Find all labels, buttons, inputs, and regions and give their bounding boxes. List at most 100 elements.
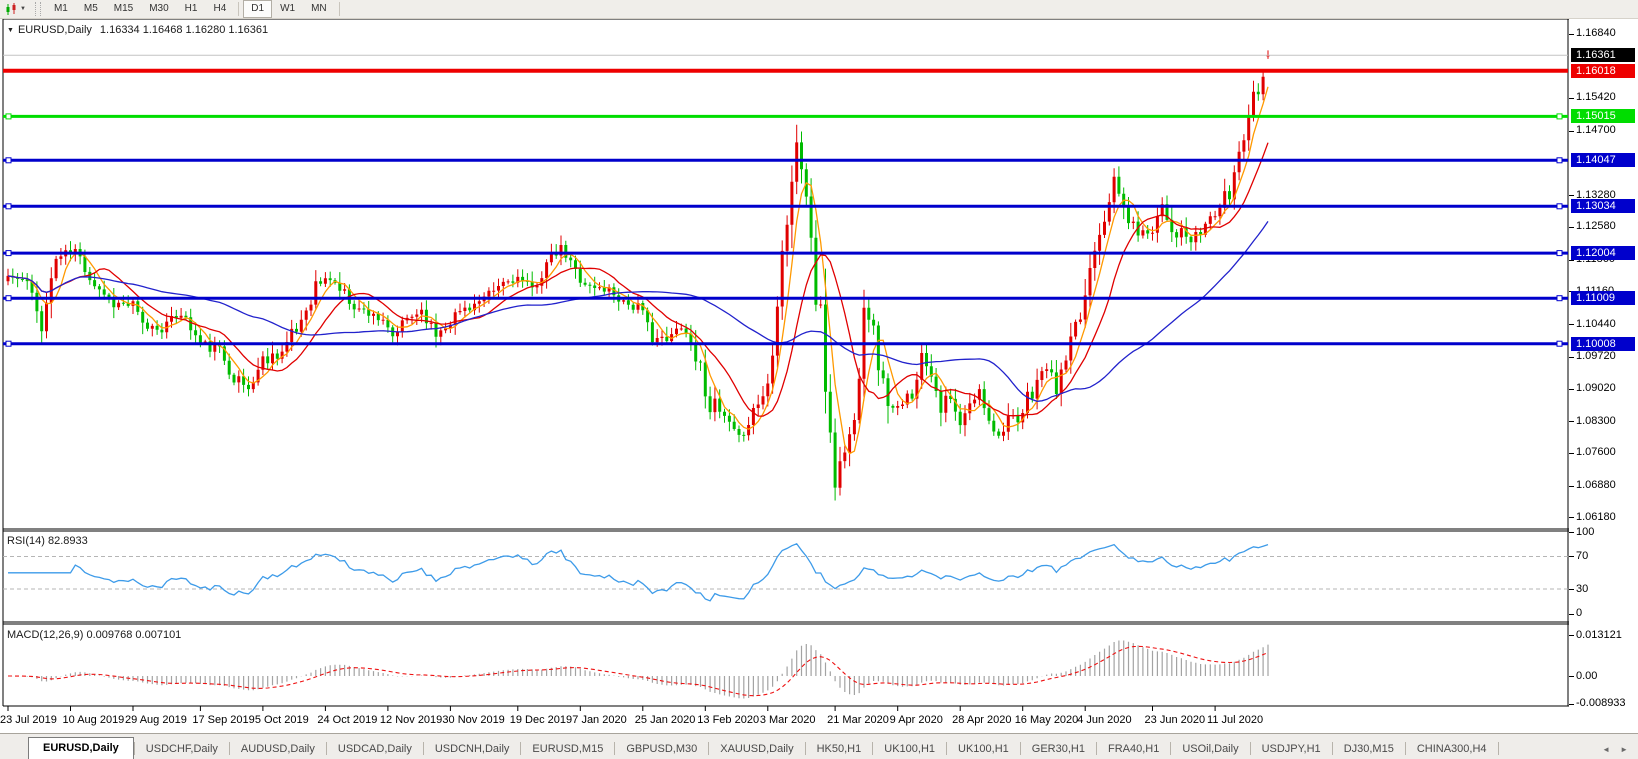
price-tick-label: 1.15420 xyxy=(1576,91,1616,103)
date-tick-label: 9 Apr 2020 xyxy=(890,714,943,726)
line-handle[interactable] xyxy=(6,251,11,256)
line-handle[interactable] xyxy=(1557,296,1562,301)
macd-label: MACD(12,26,9) 0.009768 0.007101 xyxy=(7,629,181,641)
chart-tab-eurusd-m15[interactable]: EURUSD,M15 xyxy=(521,739,614,759)
price-tick-label: 1.07600 xyxy=(1576,446,1616,458)
candlestick-chart[interactable] xyxy=(0,0,1638,733)
price-tick-mark xyxy=(1569,486,1574,487)
chart-tab-uk100-h1[interactable]: UK100,H1 xyxy=(873,739,946,759)
date-tick-label: 5 Oct 2019 xyxy=(255,714,309,726)
timeframe-button-h4[interactable]: H4 xyxy=(205,0,234,18)
timeframe-toolbar: ▼ M1M5M15M30H1H4 D1W1MN xyxy=(0,0,1638,19)
chart-tab-hk50-h1[interactable]: HK50,H1 xyxy=(806,739,873,759)
macd-histogram xyxy=(8,641,1268,699)
hline-price-badge: 1.15015 xyxy=(1571,109,1635,123)
price-tick-label: 1.06880 xyxy=(1576,479,1616,491)
chart-tab-usdcad-daily[interactable]: USDCAD,Daily xyxy=(327,739,423,759)
chart-candles-icon[interactable] xyxy=(3,2,19,16)
hline-price-badge: 1.11009 xyxy=(1571,291,1635,305)
timeframe-button-m1[interactable]: M1 xyxy=(46,0,76,18)
date-tick-label: 10 Aug 2019 xyxy=(63,714,125,726)
rsi-label: RSI(14) 82.8933 xyxy=(7,535,88,547)
price-tick-mark xyxy=(1569,357,1574,358)
chart-tab-audusd-daily[interactable]: AUDUSD,Daily xyxy=(230,739,326,759)
price-tick-mark xyxy=(1569,389,1574,390)
timeframe-button-m5[interactable]: M5 xyxy=(76,0,106,18)
price-tick-label: 1.10440 xyxy=(1576,318,1616,330)
indicator-tick-label: 70 xyxy=(1576,550,1588,562)
line-handle[interactable] xyxy=(1557,158,1562,163)
indicator-tick-mark xyxy=(1569,704,1574,705)
price-tick-label: 1.06180 xyxy=(1576,511,1616,523)
line-handle[interactable] xyxy=(6,158,11,163)
chart-tab-fra40-h1[interactable]: FRA40,H1 xyxy=(1097,739,1170,759)
chart-ohlc-quotes: 1.16334 1.16468 1.16280 1.16361 xyxy=(100,24,268,36)
macd-name: MACD(12,26,9) xyxy=(7,629,83,641)
chevron-down-icon[interactable]: ▼ xyxy=(20,6,26,12)
toolbar-drag-handle[interactable] xyxy=(35,2,41,16)
indicator-tick-label: 0.00 xyxy=(1576,670,1597,682)
date-tick-label: 7 Jan 2020 xyxy=(572,714,626,726)
price-tick-label: 1.14700 xyxy=(1576,124,1616,136)
line-handle[interactable] xyxy=(1557,251,1562,256)
indicator-tick-mark xyxy=(1569,589,1574,590)
line-handle[interactable] xyxy=(1557,341,1562,346)
price-tick-label: 1.12580 xyxy=(1576,220,1616,232)
hline-price-badge: 1.10008 xyxy=(1571,337,1635,351)
date-axis: 23 Jul 201910 Aug 201929 Aug 201917 Sep … xyxy=(0,712,1568,733)
date-tick-label: 16 May 2020 xyxy=(1015,714,1079,726)
chart-title: ▼ EURUSD,Daily 1.16334 1.16468 1.16280 1.1… xyxy=(7,24,268,36)
toolbar-separator xyxy=(238,2,239,16)
chart-tab-usoil-daily[interactable]: USOil,Daily xyxy=(1171,739,1249,759)
indicator-tick-label: -0.008933 xyxy=(1576,697,1626,709)
timeframe-button-mn[interactable]: MN xyxy=(303,0,335,18)
chart-tab-dj30-m15[interactable]: DJ30,M15 xyxy=(1333,739,1405,759)
macd-values: 0.009768 0.007101 xyxy=(86,629,181,641)
price-tick-mark xyxy=(1569,98,1574,99)
chart-tab-uk100-h1[interactable]: UK100,H1 xyxy=(947,739,1020,759)
price-axis: 1.168401.154201.147001.132801.125801.118… xyxy=(1569,18,1638,730)
chart-tab-usdchf-daily[interactable]: USDCHF,Daily xyxy=(135,739,229,759)
chart-tab-eurusd-daily[interactable]: EURUSD,Daily xyxy=(28,737,134,759)
indicator-tick-label: 100 xyxy=(1576,526,1594,538)
chart-tab-ger30-h1[interactable]: GER30,H1 xyxy=(1021,739,1096,759)
line-handle[interactable] xyxy=(6,296,11,301)
chart-menu-chevron-icon[interactable]: ▼ xyxy=(7,27,14,34)
chart-tab-usdjpy-h1[interactable]: USDJPY,H1 xyxy=(1251,739,1332,759)
line-handle[interactable] xyxy=(6,114,11,119)
moving-average-5 xyxy=(8,87,1268,454)
price-tick-mark xyxy=(1569,517,1574,518)
rsi-panel xyxy=(3,544,1568,601)
indicator-tick-mark xyxy=(1569,635,1574,636)
chart-tab-gbpusd-m30[interactable]: GBPUSD,M30 xyxy=(615,739,708,759)
indicator-tick-mark xyxy=(1569,676,1574,677)
price-tick-label: 1.09020 xyxy=(1576,382,1616,394)
line-handle[interactable] xyxy=(1557,114,1562,119)
indicator-tick-label: 30 xyxy=(1576,583,1588,595)
timeframe-button-m30[interactable]: M30 xyxy=(141,0,176,18)
tab-scroll-left-icon[interactable]: ◄ xyxy=(1602,745,1610,754)
date-tick-label: 30 Nov 2019 xyxy=(442,714,504,726)
hline-price-badge: 1.14047 xyxy=(1571,153,1635,167)
date-tick-marks xyxy=(8,706,1215,711)
rsi-line xyxy=(8,544,1268,601)
line-handle[interactable] xyxy=(1557,204,1562,209)
chart-symbol-label: EURUSD,Daily xyxy=(18,24,92,36)
price-tick-label: 1.16840 xyxy=(1576,27,1616,39)
timeframe-button-h1[interactable]: H1 xyxy=(177,0,206,18)
date-tick-label: 29 Aug 2019 xyxy=(125,714,187,726)
tab-scroll-right-icon[interactable]: ► xyxy=(1620,745,1628,754)
chart-tab-china300-h4[interactable]: CHINA300,H4 xyxy=(1406,739,1498,759)
timeframe-button-w1[interactable]: W1 xyxy=(272,0,303,18)
price-tick-mark xyxy=(1569,195,1574,196)
line-handle[interactable] xyxy=(6,204,11,209)
timeframe-button-d1[interactable]: D1 xyxy=(243,0,272,18)
line-handle[interactable] xyxy=(6,341,11,346)
date-tick-label: 11 Jul 2020 xyxy=(1207,714,1263,726)
price-tick-mark xyxy=(1569,453,1574,454)
timeframe-button-m15[interactable]: M15 xyxy=(106,0,141,18)
chart-tab-usdcnh-daily[interactable]: USDCNH,Daily xyxy=(424,739,521,759)
chart-tab-bar: EURUSD,DailyUSDCHF,DailyAUDUSD,DailyUSDC… xyxy=(0,733,1638,759)
chart-tab-xauusd-daily[interactable]: XAUUSD,Daily xyxy=(709,739,804,759)
moving-average-12 xyxy=(8,143,1268,416)
